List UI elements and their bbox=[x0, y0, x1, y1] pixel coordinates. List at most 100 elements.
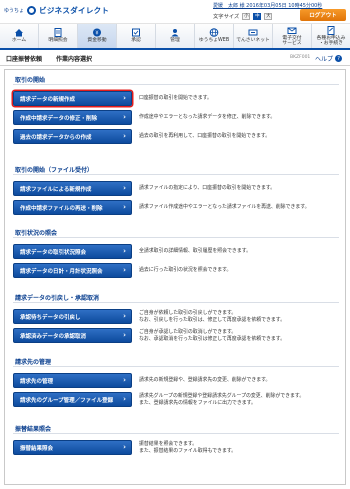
menu-button[interactable]: 請求先のグループ管理／ファイル登録 › bbox=[13, 392, 132, 407]
nav-label: ホーム bbox=[11, 38, 27, 44]
menu-button[interactable]: 作成中請求データの修正・削除 › bbox=[13, 110, 132, 125]
nav-label: 各種お申込み ・お手続き bbox=[316, 35, 346, 47]
top-bar: ゆうちょ ビジネスダイレクト 愛媛 太郎 様 2016年03月05日 10時45… bbox=[0, 0, 350, 24]
logo-mark-icon bbox=[27, 6, 37, 15]
nav-label: でんさいネット bbox=[236, 38, 270, 44]
nav-item-application[interactable]: 各種お申込み ・お手続き bbox=[312, 24, 350, 48]
menu-description: 振替結果を照会できます。 また、振替結果のファイル取得もできます。 bbox=[139, 441, 237, 454]
chevron-right-icon: › bbox=[123, 312, 126, 320]
section-title: 振替結果照会 bbox=[15, 426, 52, 433]
menu-button-label: 請求先のグループ管理／ファイル登録 bbox=[20, 397, 114, 404]
font-size-medium[interactable]: 中 bbox=[253, 12, 262, 20]
section-divider bbox=[13, 302, 339, 303]
nav-label: 管理 bbox=[170, 38, 180, 44]
chevron-right-icon: › bbox=[123, 113, 126, 121]
menu-button[interactable]: 請求データの新規作成 › bbox=[13, 91, 132, 106]
page-header: 口座振替依頼 作業内容選択 BKZF001 ヘルプ ? bbox=[0, 50, 350, 66]
menu-button[interactable]: 請求データの日計・月計状況照会 › bbox=[13, 263, 132, 278]
nav-item-e-delivery[interactable]: 電子交付 サービス bbox=[273, 24, 312, 48]
menu-description: 過去の取引を再利用して、口座振替の取引を開始できます。 bbox=[139, 133, 271, 140]
logo: ゆうちょ ビジネスダイレクト bbox=[4, 5, 109, 16]
svg-text:¥: ¥ bbox=[95, 31, 98, 37]
menu-button[interactable]: 作成中請求ファイルの再送・削除 › bbox=[13, 200, 132, 215]
nav-item-statement[interactable]: 明細照会 bbox=[39, 24, 78, 48]
font-size-label: 文字サイズ bbox=[213, 14, 240, 20]
menu-button-label: 作成中請求ファイルの再送・削除 bbox=[20, 205, 103, 212]
transfer-icon: ¥ bbox=[92, 28, 102, 37]
section-divider bbox=[13, 84, 339, 85]
menu-button-label: 承認待ちデータの引戻し bbox=[20, 314, 81, 321]
chevron-right-icon: › bbox=[123, 247, 126, 255]
font-size-large[interactable]: 大 bbox=[264, 12, 273, 20]
bank-label: ゆうちょ bbox=[4, 8, 25, 14]
menu-description: 口座振替の取引を開始できます。 bbox=[139, 95, 212, 102]
nav-item-home[interactable]: ホーム bbox=[0, 24, 39, 48]
nav-label: 明細照会 bbox=[48, 38, 68, 44]
menu-button-label: 過去の請求データからの作成 bbox=[20, 134, 92, 141]
chevron-right-icon: › bbox=[123, 266, 126, 274]
section-title: 取引の開始 bbox=[15, 77, 46, 84]
nav-item-approval[interactable]: 承認 bbox=[117, 24, 156, 48]
application-icon bbox=[326, 25, 336, 35]
menu-button[interactable]: 過去の請求データからの作成 › bbox=[13, 129, 132, 144]
e-delivery-icon bbox=[287, 26, 297, 35]
chevron-right-icon: › bbox=[123, 395, 126, 403]
menu-description: 全請求取引の詳細情報、取引履歴を照会できます。 bbox=[139, 248, 251, 255]
menu-description: 作成途中やエラーとなった請求データを修正、削除できます。 bbox=[139, 114, 276, 121]
page-title: 作業内容選択 bbox=[56, 56, 93, 63]
menu-description: 請求ファイル作成途中やエラーとなった請求ファイルを再送、削除できます。 bbox=[139, 204, 310, 211]
menu-row: 過去の請求データからの作成 › 過去の取引を再利用して、口座振替の取引を開始できます… bbox=[13, 128, 339, 145]
chevron-right-icon: › bbox=[123, 184, 126, 192]
user-info: 愛媛 太郎 様 2016年03月05日 10時45分00秒 bbox=[213, 2, 322, 9]
menu-description: 過去に行った取引の状況を照会できます。 bbox=[139, 267, 232, 274]
menu-button[interactable]: 承認待ちデータの引戻し › bbox=[13, 309, 132, 324]
densai-icon bbox=[248, 28, 258, 37]
nav-label: 承認 bbox=[131, 38, 141, 44]
chevron-right-icon: › bbox=[123, 331, 126, 339]
nav-item-densai[interactable]: でんさいネット bbox=[234, 24, 273, 48]
logout-button[interactable]: ログアウト bbox=[300, 9, 346, 21]
menu-description: ご自身が承認した取引の取消しができます。 なお、承認取消を行った取引は修正して再… bbox=[139, 329, 286, 342]
breadcrumb-service: 口座振替依頼 bbox=[6, 56, 43, 63]
menu-row: 振替結果照会 › 振替結果を照会できます。 また、振替結果のファイル取得もできます。 bbox=[13, 439, 339, 456]
main-nav: ホーム 明細照会 ¥ 資金移動 承認 管理 ゆうちょWEB でんさいネット 電子交付 サービス各… bbox=[0, 24, 350, 50]
nav-label: ゆうちょWEB bbox=[198, 38, 230, 44]
admin-icon bbox=[170, 28, 180, 37]
section-divider bbox=[13, 174, 339, 175]
nav-item-web[interactable]: ゆうちょWEB bbox=[195, 24, 234, 48]
menu-button[interactable]: 請求先の管理 › bbox=[13, 373, 132, 388]
screen-id: BKZF001 bbox=[290, 55, 311, 60]
nav-item-admin[interactable]: 管理 bbox=[156, 24, 195, 48]
section-title: 取引状況の照会 bbox=[15, 230, 58, 237]
section-title: 取引の開始（ファイル受付） bbox=[15, 167, 94, 174]
menu-button[interactable]: 振替結果照会 › bbox=[13, 440, 132, 455]
menu-button-label: 作成中請求データの修正・削除 bbox=[20, 115, 98, 122]
help-link[interactable]: ヘルプ ? bbox=[315, 54, 343, 63]
menu-row: 請求先の管理 › 請求先の新規登録や、登録請求先の変更、削除ができます。 bbox=[13, 372, 339, 389]
menu-button[interactable]: 請求ファイルによる新規作成 › bbox=[13, 181, 132, 196]
menu-row: 請求先のグループ管理／ファイル登録 › 請求先グループの新規登録や登録請求先グループ… bbox=[13, 391, 339, 408]
menu-button-label: 請求データの取引状況照会 bbox=[20, 249, 87, 256]
menu-button[interactable]: 承認済みデータの承認取消 › bbox=[13, 328, 132, 343]
nav-label: 資金移動 bbox=[87, 38, 107, 44]
content-frame: 取引の開始 請求データの新規作成 › 口座振替の取引を開始できます。 作成中請求データの… bbox=[4, 69, 346, 485]
font-size-selector: 文字サイズ 小 中 大 bbox=[213, 12, 273, 20]
chevron-right-icon: › bbox=[123, 376, 126, 384]
menu-row: 請求データの日計・月計状況照会 › 過去に行った取引の状況を照会できます。 bbox=[13, 262, 339, 279]
menu-button[interactable]: 請求データの取引状況照会 › bbox=[13, 244, 132, 259]
chevron-right-icon: › bbox=[123, 443, 126, 451]
help-icon: ? bbox=[335, 55, 343, 62]
help-label: ヘルプ bbox=[315, 56, 334, 63]
nav-item-transfer[interactable]: ¥ 資金移動 bbox=[78, 24, 117, 48]
section-divider bbox=[13, 237, 339, 238]
chevron-right-icon: › bbox=[123, 203, 126, 211]
section-divider bbox=[13, 366, 339, 367]
section-divider bbox=[13, 433, 339, 434]
menu-button-label: 請求データの新規作成 bbox=[20, 96, 76, 103]
approval-icon bbox=[131, 28, 141, 37]
menu-row: 作成中請求データの修正・削除 › 作成途中やエラーとなった請求データを修正、削除でき… bbox=[13, 109, 339, 126]
font-size-small[interactable]: 小 bbox=[242, 12, 251, 20]
menu-row: 作成中請求ファイルの再送・削除 › 請求ファイル作成途中やエラーとなった請求ファイル… bbox=[13, 199, 339, 216]
chevron-right-icon: › bbox=[123, 132, 126, 140]
menu-description: ご自身が依頼した取引の引戻しができます。 なお、引戻しを行った取引は、修正して再… bbox=[139, 310, 286, 323]
